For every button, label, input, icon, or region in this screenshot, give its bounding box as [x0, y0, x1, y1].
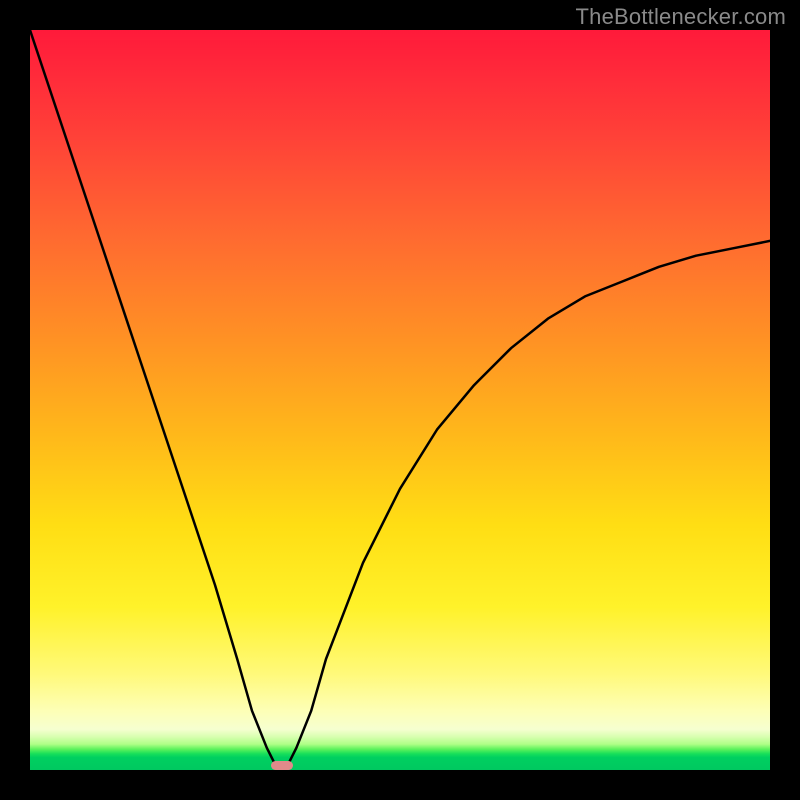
- chart-frame: TheBottlenecker.com: [0, 0, 800, 800]
- plot-area: [30, 30, 770, 770]
- optimal-marker: [271, 761, 293, 770]
- watermark-text: TheBottlenecker.com: [576, 4, 786, 30]
- bottleneck-curve: [30, 30, 770, 770]
